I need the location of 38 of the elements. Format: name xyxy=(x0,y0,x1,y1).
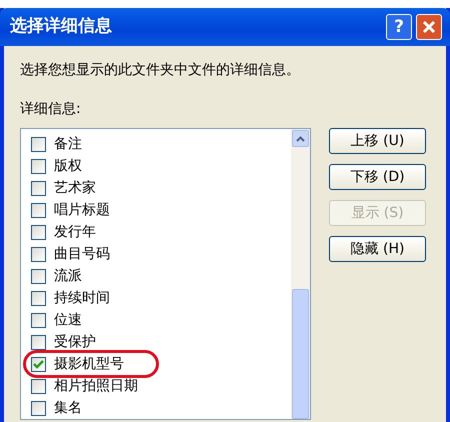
item-label[interactable]: 位速 xyxy=(54,310,82,330)
item-label[interactable]: 艺术家 xyxy=(54,178,96,198)
checkbox[interactable] xyxy=(31,290,46,306)
checkbox[interactable] xyxy=(31,400,46,416)
item-label[interactable]: 摄影机型号 xyxy=(54,354,124,374)
item-label[interactable]: 曲目号码 xyxy=(54,244,110,264)
checkbox[interactable] xyxy=(31,378,46,394)
instruction-text: 选择您想显示的此文件夹中文件的详细信息。 xyxy=(20,61,301,80)
item-label[interactable]: 备注 xyxy=(54,134,82,154)
scroll-up-button[interactable] xyxy=(292,130,309,147)
button[interactable]: 隐藏 (H) xyxy=(329,236,426,262)
scroll-thumb[interactable] xyxy=(292,289,309,419)
item-label[interactable]: 受保护 xyxy=(54,332,96,352)
item-label[interactable]: 持续时间 xyxy=(54,288,110,308)
checkbox[interactable] xyxy=(31,312,46,328)
checkbox[interactable] xyxy=(31,136,46,152)
close-icon xyxy=(422,20,436,34)
checkbox[interactable] xyxy=(31,202,46,218)
scrollbar[interactable] xyxy=(291,129,310,419)
checkbox[interactable] xyxy=(31,180,46,196)
item-label[interactable]: 发行年 xyxy=(54,222,96,242)
checkbox[interactable] xyxy=(31,268,46,284)
checkbox[interactable] xyxy=(31,334,46,350)
close-button[interactable] xyxy=(416,14,442,40)
button[interactable]: 下移 (D) xyxy=(329,164,426,190)
checkbox[interactable] xyxy=(31,158,46,174)
item-label[interactable]: 集名 xyxy=(54,398,82,418)
item-label[interactable]: 相片拍照日期 xyxy=(54,376,138,396)
item-label[interactable]: 流派 xyxy=(54,266,82,286)
list-label: 详细信息: xyxy=(20,100,82,119)
checkbox[interactable] xyxy=(31,224,46,240)
checkbox[interactable] xyxy=(31,246,46,262)
button[interactable]: 上移 (U) xyxy=(329,128,426,154)
window-title: 选择详细信息 xyxy=(10,15,113,38)
item-label[interactable]: 唱片标题 xyxy=(54,200,110,220)
checkbox[interactable] xyxy=(31,356,46,372)
help-button[interactable]: ? xyxy=(386,14,412,40)
item-label[interactable]: 版权 xyxy=(54,156,82,176)
